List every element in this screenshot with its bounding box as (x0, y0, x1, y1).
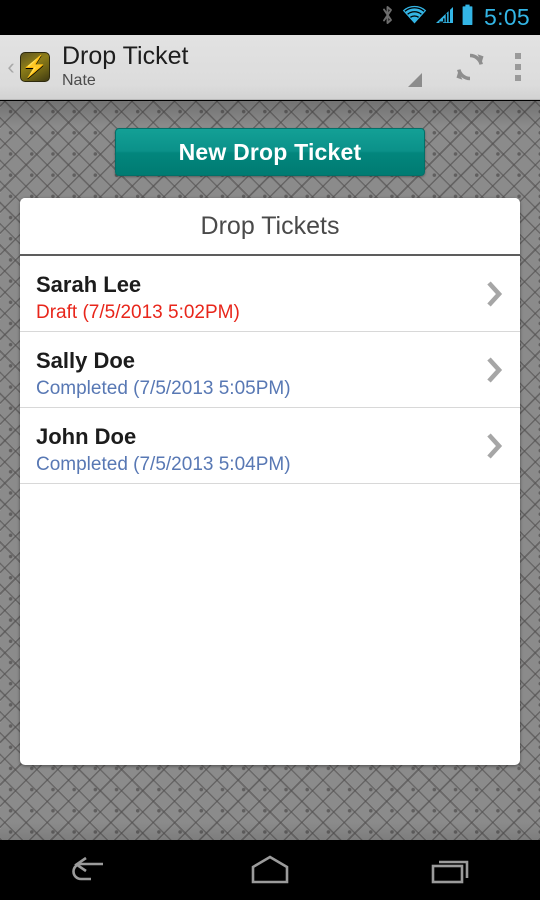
new-drop-ticket-button[interactable]: New Drop Ticket (115, 128, 425, 176)
status-badge: Completed (7/5/2013 5:05PM) (36, 377, 291, 399)
back-icon (72, 856, 103, 881)
action-bar-titles[interactable]: Drop Ticket Nate (62, 43, 406, 91)
home-icon (251, 855, 289, 884)
cellular-signal-icon (434, 5, 454, 30)
drop-tickets-card: Drop Tickets Sarah Lee Draft (7/5/2013 5… (20, 198, 520, 765)
overflow-dot-2 (515, 64, 521, 70)
refresh-button[interactable] (444, 35, 496, 100)
drop-tickets-list: Sarah Lee Draft (7/5/2013 5:02PM) Sally … (20, 256, 520, 484)
refresh-icon (456, 53, 484, 81)
page-subtitle: Nate (62, 72, 96, 89)
table-row[interactable]: Sally Doe Completed (7/5/2013 5:05PM) (20, 332, 520, 408)
ticket-name: John Doe (36, 424, 137, 450)
system-navigation-bar (0, 840, 540, 900)
overflow-menu-button[interactable] (496, 35, 540, 100)
ticket-name: Sally Doe (36, 348, 136, 374)
back-button[interactable] (0, 840, 180, 900)
status-badge: Completed (7/5/2013 5:04PM) (36, 453, 291, 475)
phone-screen: 5:05 ‹ ⚡ Drop Ticket Nate New Drop Ticke… (0, 0, 540, 900)
wifi-icon (402, 5, 427, 30)
spinner-triangle-icon[interactable] (406, 71, 422, 87)
page-title: Drop Ticket (62, 42, 189, 70)
table-row[interactable]: Sarah Lee Draft (7/5/2013 5:02PM) (20, 256, 520, 332)
bluetooth-icon (380, 4, 395, 31)
status-bar-clock: 5:05 (484, 4, 530, 30)
chevron-right-icon (486, 279, 504, 309)
chevron-right-icon (486, 355, 504, 385)
chevron-right-icon (486, 431, 504, 461)
overflow-dot-1 (515, 53, 521, 59)
lightning-bolt-app-icon[interactable]: ⚡ (20, 52, 50, 82)
recents-icon (431, 860, 469, 884)
table-row[interactable]: John Doe Completed (7/5/2013 5:04PM) (20, 408, 520, 484)
overflow-dot-3 (515, 75, 521, 81)
bolt-glyph: ⚡ (21, 55, 49, 79)
ticket-name: Sarah Lee (36, 272, 142, 298)
status-badge: Draft (7/5/2013 5:02PM) (36, 301, 240, 323)
recents-button[interactable] (360, 840, 540, 900)
home-button[interactable] (180, 840, 360, 900)
action-bar: ‹ ⚡ Drop Ticket Nate (0, 35, 540, 100)
up-caret-icon[interactable]: ‹ (4, 56, 18, 78)
status-bar: 5:05 (0, 0, 540, 35)
battery-icon (461, 4, 474, 31)
card-title: Drop Tickets (20, 198, 520, 256)
